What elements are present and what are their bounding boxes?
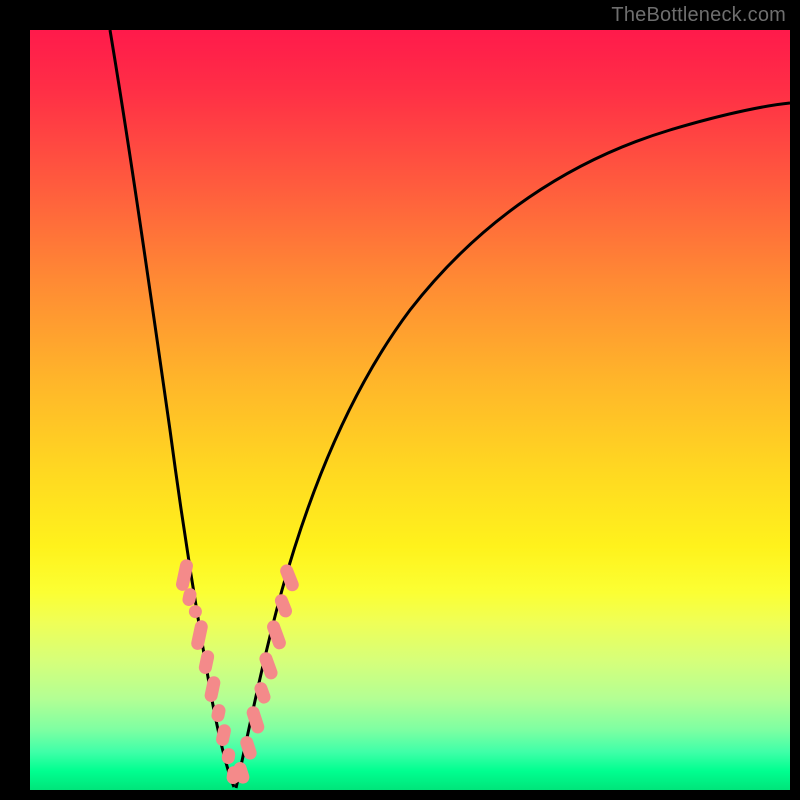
marker-group-left [175, 558, 241, 785]
plot-area [30, 30, 790, 790]
curve-left-branch [110, 30, 234, 787]
marker-group-right [232, 562, 301, 785]
watermark-text: TheBottleneck.com [611, 4, 786, 27]
curve-layer [30, 30, 790, 790]
chart-frame: TheBottleneck.com [0, 0, 800, 800]
curve-right-branch [236, 103, 790, 788]
